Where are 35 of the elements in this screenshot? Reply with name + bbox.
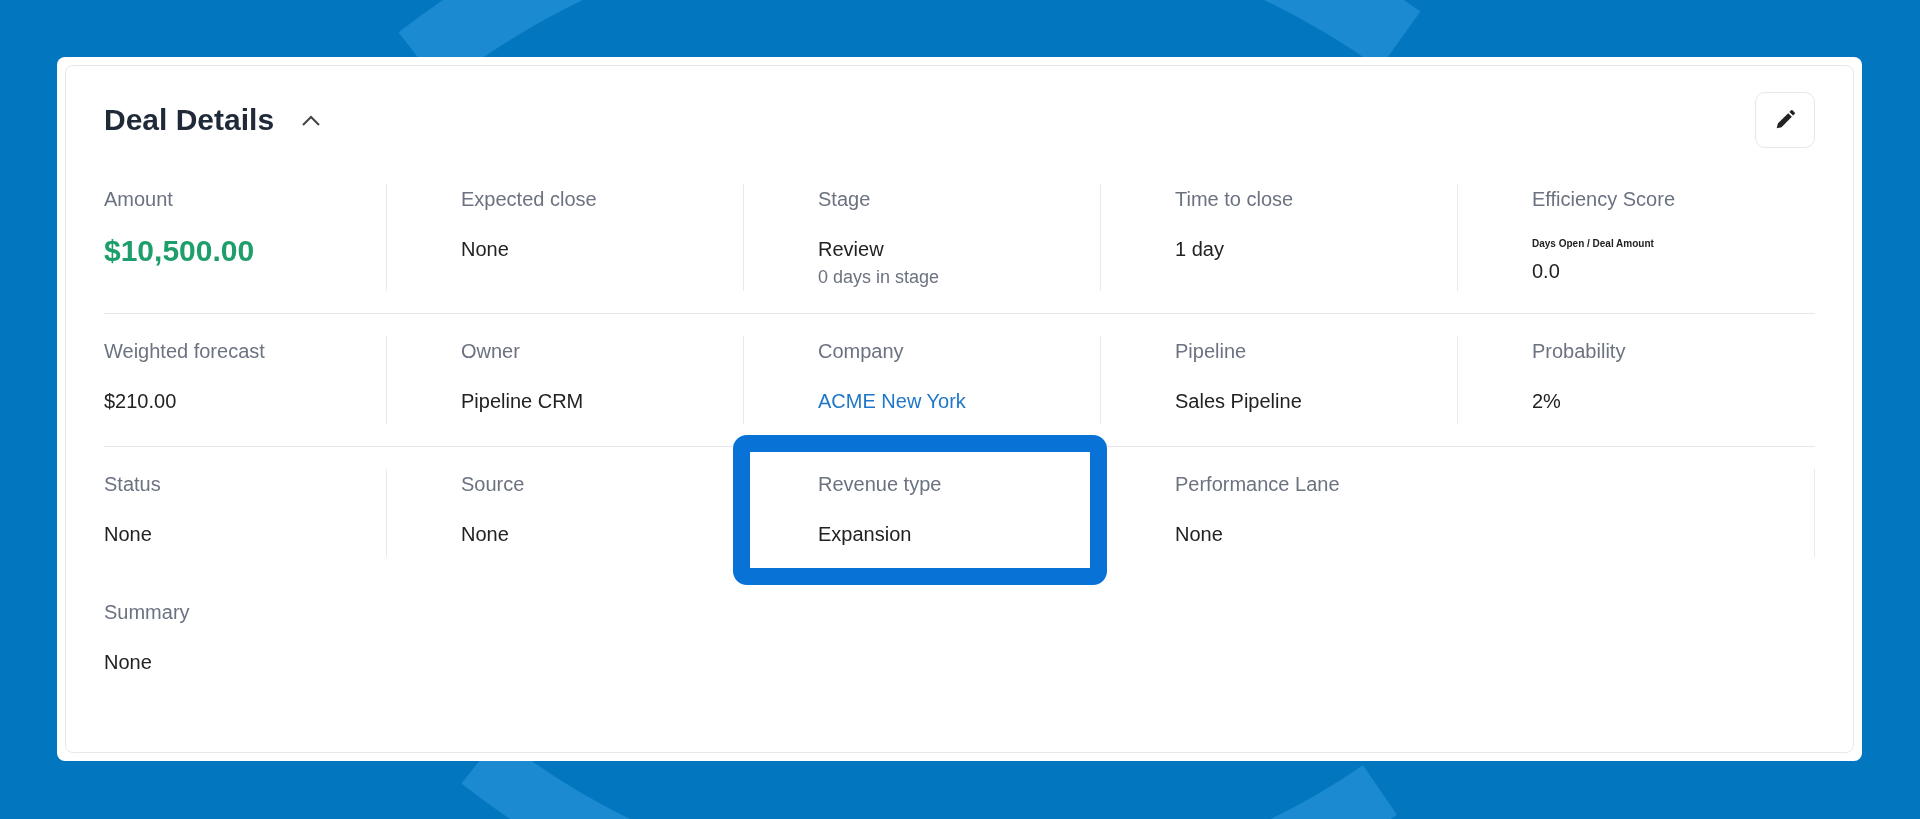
field-label: Revenue type [818,472,942,497]
field-label: Summary [104,600,190,625]
field-value: None [104,522,152,547]
field-note: Days Open / Deal Amount [1532,237,1654,251]
field-value: Pipeline CRM [461,389,584,414]
panel-title: Deal Details [104,102,275,138]
field-label: Stage [818,187,871,212]
field-subtext: 0 days in stage [818,266,940,289]
field-value: 1 day [1175,237,1224,262]
field-label: Status [104,472,161,497]
field-value: None [104,650,152,675]
amount-value: $10,500.00 [104,233,255,269]
field-label: Company [818,339,904,364]
field-value: 0.0 [1532,259,1560,284]
field-label: Source [461,472,525,497]
field-label: Amount [104,187,173,212]
field-label: Pipeline [1175,339,1247,364]
field-label: Expected close [461,187,597,212]
field-value: None [461,237,509,262]
field-value: Expansion [818,522,912,547]
edit-button[interactable] [1755,92,1815,148]
field-label: Efficiency Score [1532,187,1676,212]
pencil-icon [1774,109,1796,131]
field-value: $210.00 [104,389,177,414]
field-value: Review [818,237,884,262]
field-label: Performance Lane [1175,472,1340,497]
field-label: Time to close [1175,187,1294,212]
field-value: None [1175,522,1223,547]
field-label: Probability [1532,339,1626,364]
field-value: Sales Pipeline [1175,389,1302,414]
company-link[interactable]: ACME New York [818,390,966,412]
field-label: Weighted forecast [104,339,265,364]
field-value: None [461,522,509,547]
field-label: Owner [461,339,520,364]
field-value: 2% [1532,389,1561,414]
